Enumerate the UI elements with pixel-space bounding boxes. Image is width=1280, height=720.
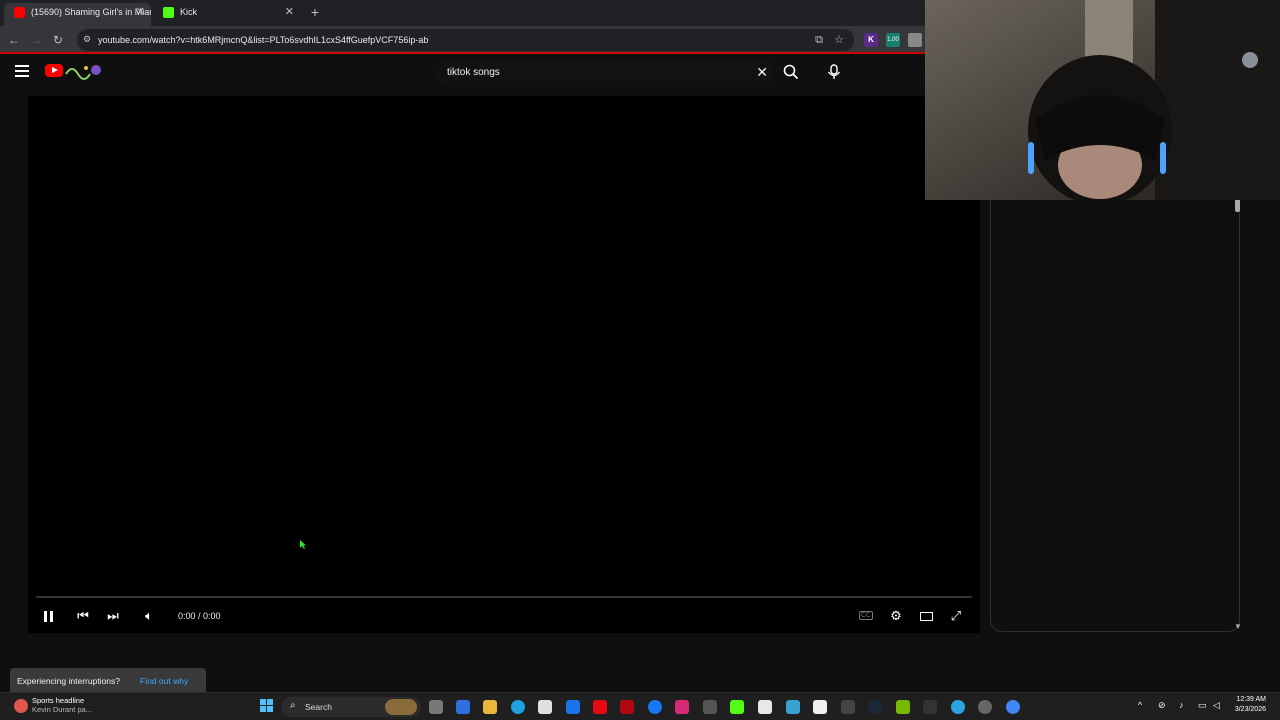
- tray-app-icon[interactable]: ⊘: [1158, 700, 1166, 711]
- kick-app-icon[interactable]: [730, 700, 744, 714]
- pause-icon[interactable]: [41, 606, 55, 626]
- install-app-icon[interactable]: ⧉: [812, 33, 826, 47]
- captions-icon[interactable]: CC: [859, 606, 874, 626]
- youtube-logo-icon[interactable]: [45, 64, 63, 77]
- back-arrow-icon[interactable]: ←: [6, 32, 22, 48]
- tab-title: (15690) Shaming Girl's in Miami: [31, 7, 151, 17]
- tray-overflow-chevron-icon[interactable]: ^: [1138, 700, 1142, 710]
- previous-video-icon[interactable]: ⏮: [75, 606, 91, 626]
- interruption-notice: Experiencing interruptions? Find out why: [10, 668, 206, 692]
- webcam-image: [925, 0, 1280, 200]
- netflix-icon[interactable]: [620, 700, 634, 714]
- next-video-icon[interactable]: ⏭: [105, 606, 121, 626]
- windows-start-icon[interactable]: [260, 699, 274, 713]
- tray-mic-icon[interactable]: ♪: [1179, 700, 1184, 710]
- tab-title: Kick: [180, 7, 198, 17]
- extension-puzzle-icon[interactable]: [908, 33, 922, 47]
- roblox-icon[interactable]: [813, 700, 827, 714]
- find-out-why-link[interactable]: Find out why: [140, 668, 188, 695]
- system-clock[interactable]: 12:39 AM 3/23/2026: [1235, 695, 1266, 715]
- news-title: Sports headline: [32, 696, 85, 705]
- search-icon[interactable]: [783, 64, 799, 80]
- webcam-overlay: [925, 0, 1280, 200]
- instagram-icon[interactable]: [675, 700, 689, 714]
- settings-gear-icon[interactable]: ⚙: [889, 606, 903, 626]
- taskbar-search-label: Search: [305, 702, 332, 712]
- search-highlight-icon: [385, 699, 417, 715]
- tab-youtube[interactable]: (15690) Shaming Girl's in Miami ✕: [4, 3, 151, 26]
- youtube-app-icon[interactable]: [593, 700, 607, 714]
- telegram-icon[interactable]: [951, 700, 965, 714]
- tab-kick[interactable]: Kick ✕: [153, 3, 300, 26]
- url-text: youtube.com/watch?v=htk6MRjmcnQ&list=PLT…: [98, 35, 429, 45]
- close-tab-icon[interactable]: ✕: [136, 3, 145, 22]
- nvidia-icon[interactable]: [896, 700, 910, 714]
- youtube-favicon-icon: [14, 7, 25, 18]
- extension-k-icon[interactable]: K: [864, 33, 878, 47]
- clock-date: 3/23/2026: [1234, 706, 1266, 713]
- taskbar-search-box[interactable]: ⌕ Search: [281, 697, 421, 717]
- news-subtitle: Kevin Durant pa...: [32, 705, 93, 714]
- new-tab-button[interactable]: +: [308, 4, 322, 20]
- facebook-icon[interactable]: [648, 700, 662, 714]
- volume-icon[interactable]: 🔈︎: [141, 606, 157, 626]
- fullscreen-icon[interactable]: ⤢: [949, 606, 963, 626]
- video-player[interactable]: ⏮ ⏭ 🔈︎ 0:00 / 0:00 CC ⚙ ⤢: [28, 96, 980, 633]
- steam-icon[interactable]: [868, 700, 882, 714]
- video-time-display: 0:00 / 0:00: [178, 611, 221, 621]
- mail-icon[interactable]: [566, 700, 580, 714]
- network-icon[interactable]: ▭: [1198, 700, 1207, 711]
- forward-arrow-icon[interactable]: →: [28, 32, 44, 48]
- edge-browser-icon[interactable]: [511, 700, 525, 714]
- news-widget[interactable]: Sports headline Kevin Durant pa...: [32, 696, 92, 714]
- kick-favicon-icon: [163, 7, 174, 18]
- game-launcher-icon[interactable]: [841, 700, 855, 714]
- video-progress-bar[interactable]: [36, 596, 972, 598]
- youtube-header: tiktok songs ✕: [0, 55, 926, 91]
- copilot-icon[interactable]: [456, 700, 470, 714]
- windows-taskbar: Sports headline Kevin Durant pa... ⌕ Sea…: [0, 692, 1280, 720]
- clock-time: 12:39 AM: [1236, 696, 1266, 703]
- theater-mode-icon[interactable]: [919, 606, 933, 626]
- notice-text: Experiencing interruptions?: [17, 676, 121, 686]
- microphone-icon[interactable]: [826, 64, 842, 80]
- site-info-icon[interactable]: ⚙: [83, 34, 91, 45]
- epic-games-icon[interactable]: [923, 700, 937, 714]
- taskbar-search-icon: ⌕: [290, 700, 296, 711]
- amazon-icon[interactable]: [758, 700, 772, 714]
- media-app-icon[interactable]: [703, 700, 717, 714]
- microsoft-store-icon[interactable]: [538, 700, 552, 714]
- settings-app-icon[interactable]: [978, 700, 992, 714]
- task-view-icon[interactable]: [429, 700, 443, 714]
- reload-icon[interactable]: ↻: [50, 32, 66, 48]
- mouse-cursor-icon: [300, 540, 306, 549]
- news-widget-icon[interactable]: [14, 699, 28, 713]
- scroll-down-arrow-icon[interactable]: ▼: [1234, 622, 1242, 631]
- search-input[interactable]: tiktok songs ✕: [437, 58, 774, 87]
- bookmark-star-icon[interactable]: ☆: [832, 33, 846, 47]
- chrome-icon[interactable]: [1006, 700, 1020, 714]
- menu-hamburger-icon[interactable]: [15, 65, 29, 77]
- file-explorer-icon[interactable]: [483, 700, 497, 714]
- clear-search-icon[interactable]: ✕: [756, 58, 768, 87]
- address-bar[interactable]: ⚙ youtube.com/watch?v=htk6MRjmcnQ&list=P…: [77, 29, 854, 51]
- youtube-doodle-logo-icon[interactable]: [64, 62, 104, 80]
- secondary-panel: [990, 200, 1240, 632]
- search-query-text: tiktok songs: [447, 67, 500, 78]
- close-tab-icon[interactable]: ✕: [285, 3, 294, 22]
- snowflake-app-icon[interactable]: [786, 700, 800, 714]
- extension-badge-icon[interactable]: 1.00: [886, 33, 900, 47]
- speaker-icon[interactable]: ◁: [1213, 700, 1220, 711]
